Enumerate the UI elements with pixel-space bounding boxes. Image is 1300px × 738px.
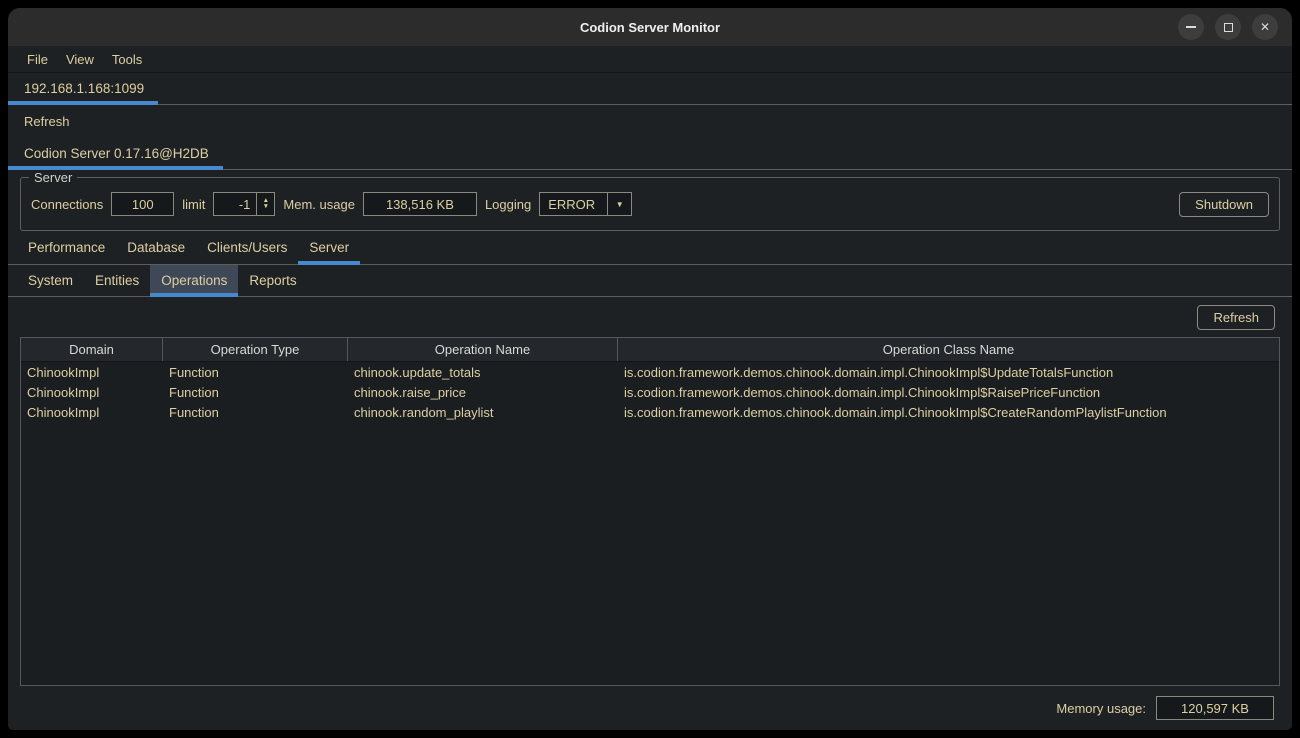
tab-database[interactable]: Database (116, 231, 196, 264)
server-group-legend: Server (29, 170, 77, 185)
tab-operations[interactable]: Operations (150, 265, 238, 296)
cell-operation-type: Function (163, 382, 348, 402)
refresh-menu-item[interactable]: Refresh (24, 114, 70, 129)
tab-operations-label: Operations (161, 273, 227, 288)
refresh-menu-row: Refresh (8, 105, 1292, 137)
cell-operation-type: Function (163, 362, 348, 382)
memory-usage-label: Memory usage: (1056, 701, 1146, 716)
cell-operation-class-name: is.codion.framework.demos.chinook.domain… (618, 382, 1279, 402)
tab-connection-host[interactable]: 192.168.1.168:1099 (8, 73, 158, 104)
cell-operation-type: Function (163, 402, 348, 422)
memory-usage-value: 120,597 KB (1181, 701, 1249, 716)
server-sub-tab-bar: System Entities Operations Reports (8, 265, 1292, 297)
tab-server-label: Server (309, 240, 349, 255)
tab-performance-label: Performance (28, 240, 105, 255)
operations-toolbar: Refresh (8, 297, 1292, 337)
memory-usage-field: 120,597 KB (1156, 696, 1274, 720)
connections-value: 100 (132, 197, 154, 212)
cell-operation-class-name: is.codion.framework.demos.chinook.domain… (618, 362, 1279, 382)
menu-file[interactable]: File (18, 52, 57, 67)
app-window: Codion Server Monitor ✕ File View Tools … (8, 8, 1292, 730)
close-icon: ✕ (1260, 21, 1270, 33)
column-header-operation-name[interactable]: Operation Name (348, 338, 618, 361)
title-bar: Codion Server Monitor ✕ (8, 8, 1292, 46)
connection-host-label: 192.168.1.168:1099 (24, 81, 144, 96)
window-title: Codion Server Monitor (8, 20, 1292, 35)
mem-usage-field: 138,516 KB (363, 192, 477, 216)
logging-combobox[interactable]: ERROR ▼ (539, 192, 632, 216)
tab-database-label: Database (127, 240, 185, 255)
minimize-icon (1186, 26, 1196, 28)
cell-domain: ChinookImpl (21, 402, 163, 422)
cell-operation-class-name: is.codion.framework.demos.chinook.domain… (618, 402, 1279, 422)
limit-spinner-arrows[interactable]: ▲ ▼ (256, 193, 274, 215)
tab-clients-users[interactable]: Clients/Users (196, 231, 298, 264)
server-instance-tab-bar: Codion Server 0.17.16@H2DB (8, 137, 1292, 170)
cell-domain: ChinookImpl (21, 362, 163, 382)
column-header-operation-type[interactable]: Operation Type (163, 338, 348, 361)
server-instance-label: Codion Server 0.17.16@H2DB (24, 146, 209, 161)
table-row[interactable]: ChinookImpl Function chinook.raise_price… (21, 382, 1279, 402)
menu-bar: File View Tools (8, 46, 1292, 73)
limit-label: limit (182, 197, 205, 212)
mem-usage-value: 138,516 KB (386, 197, 454, 212)
maximize-icon (1224, 23, 1233, 32)
main-tab-bar: Performance Database Clients/Users Serve… (8, 231, 1292, 265)
logging-dropdown-button[interactable]: ▼ (607, 193, 631, 215)
connection-tab-bar: 192.168.1.168:1099 (8, 73, 1292, 105)
tab-reports[interactable]: Reports (238, 265, 307, 296)
mem-usage-label: Mem. usage (283, 197, 355, 212)
table-header-row: Domain Operation Type Operation Name Ope… (21, 338, 1279, 362)
window-controls: ✕ (1178, 14, 1292, 40)
tab-entities-label: Entities (95, 273, 139, 288)
cell-operation-name: chinook.raise_price (348, 382, 618, 402)
tab-entities[interactable]: Entities (84, 265, 150, 296)
logging-label: Logging (485, 197, 531, 212)
limit-spinner[interactable]: -1 ▲ ▼ (213, 192, 275, 216)
close-button[interactable]: ✕ (1252, 14, 1278, 40)
refresh-button[interactable]: Refresh (1197, 305, 1275, 330)
table-row[interactable]: ChinookImpl Function chinook.random_play… (21, 402, 1279, 422)
cell-domain: ChinookImpl (21, 382, 163, 402)
connections-field[interactable]: 100 (111, 192, 174, 216)
menu-view[interactable]: View (57, 52, 103, 67)
column-header-domain[interactable]: Domain (21, 338, 163, 361)
maximize-button[interactable] (1215, 14, 1241, 40)
operations-table: Domain Operation Type Operation Name Ope… (20, 337, 1280, 686)
chevron-down-icon: ▼ (616, 200, 624, 209)
spinner-down-icon[interactable]: ▼ (263, 204, 269, 210)
tab-performance[interactable]: Performance (17, 231, 116, 264)
limit-value: -1 (214, 197, 256, 212)
logging-value: ERROR (540, 197, 607, 212)
server-group-box: Server Connections 100 limit -1 ▲ ▼ Mem.… (20, 177, 1280, 231)
table-row[interactable]: ChinookImpl Function chinook.update_tota… (21, 362, 1279, 382)
tab-server-instance[interactable]: Codion Server 0.17.16@H2DB (8, 137, 223, 169)
menu-tools[interactable]: Tools (103, 52, 151, 67)
tab-clients-users-label: Clients/Users (207, 240, 287, 255)
status-bar: Memory usage: 120,597 KB (8, 686, 1292, 730)
cell-operation-name: chinook.random_playlist (348, 402, 618, 422)
connections-label: Connections (31, 197, 103, 212)
tab-system-label: System (28, 273, 73, 288)
tab-system[interactable]: System (17, 265, 84, 296)
tab-reports-label: Reports (249, 273, 296, 288)
tab-server[interactable]: Server (298, 231, 360, 264)
shutdown-button[interactable]: Shutdown (1179, 192, 1269, 217)
cell-operation-name: chinook.update_totals (348, 362, 618, 382)
column-header-operation-class-name[interactable]: Operation Class Name (618, 338, 1279, 361)
minimize-button[interactable] (1178, 14, 1204, 40)
